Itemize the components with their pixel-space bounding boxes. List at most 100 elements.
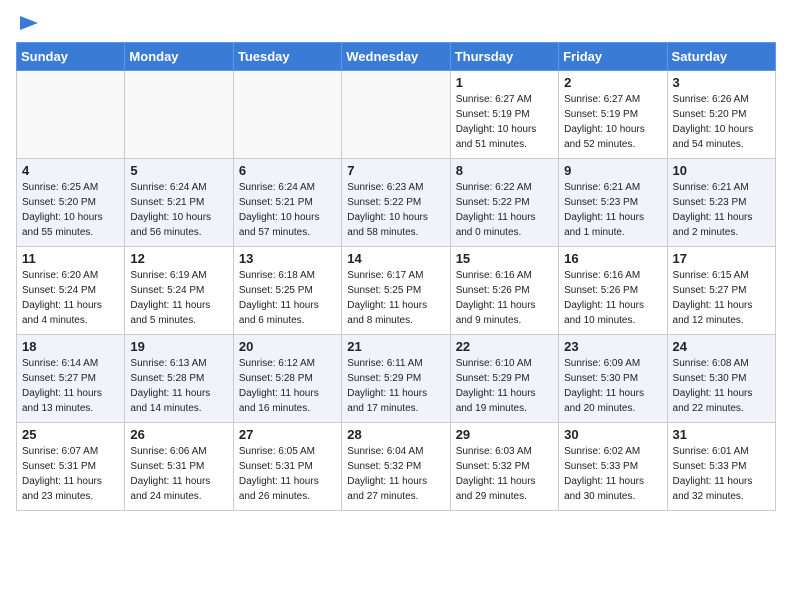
calendar-cell: 30Sunrise: 6:02 AM Sunset: 5:33 PM Dayli…	[559, 423, 667, 511]
calendar-cell: 13 Sunrise: 6:18 AM Sunset: 5:25 PM Dayli…	[233, 247, 341, 335]
day-header-sunday: Sunday	[17, 43, 125, 71]
day-number: 23	[564, 339, 661, 354]
calendar-cell: 23Sunrise: 6:09 AM Sunset: 5:30 PM Dayli…	[559, 335, 667, 423]
cell-info: Sunrise: 6:05 AM Sunset: 5:31 PM Dayligh…	[239, 444, 336, 504]
cell-info: Sunrise: 6:11 AM Sunset: 5:29 PM Dayligh…	[347, 356, 444, 416]
calendar: SundayMondayTuesdayWednesdayThursdayFrid…	[16, 42, 776, 511]
calendar-cell: 6 Sunrise: 6:24 AM Sunset: 5:21 PM Daylig…	[233, 159, 341, 247]
calendar-cell: 8 Sunrise: 6:22 AM Sunset: 5:22 PM Daylig…	[450, 159, 558, 247]
cell-info: Sunrise: 6:13 AM Sunset: 5:28 PM Dayligh…	[130, 356, 227, 416]
calendar-cell: 26 Sunrise: 6:06 AM Sunset: 5:31 PM Dayli…	[125, 423, 233, 511]
calendar-cell	[17, 71, 125, 159]
day-number: 24	[673, 339, 770, 354]
calendar-cell: 11Sunrise: 6:20 AM Sunset: 5:24 PM Dayli…	[17, 247, 125, 335]
day-number: 29	[456, 427, 553, 442]
cell-info: Sunrise: 6:26 AM Sunset: 5:20 PM Dayligh…	[673, 92, 770, 152]
day-number: 13	[239, 251, 336, 266]
day-header-saturday: Saturday	[667, 43, 775, 71]
day-header-tuesday: Tuesday	[233, 43, 341, 71]
calendar-cell	[342, 71, 450, 159]
day-number: 6	[239, 163, 336, 178]
day-number: 3	[673, 75, 770, 90]
day-number: 8	[456, 163, 553, 178]
cell-info: Sunrise: 6:19 AM Sunset: 5:24 PM Dayligh…	[130, 268, 227, 328]
day-number: 14	[347, 251, 444, 266]
calendar-cell: 5Sunrise: 6:24 AM Sunset: 5:21 PM Daylig…	[125, 159, 233, 247]
cell-info: Sunrise: 6:22 AM Sunset: 5:22 PM Dayligh…	[456, 180, 553, 240]
calendar-cell: 22 Sunrise: 6:10 AM Sunset: 5:29 PM Dayli…	[450, 335, 558, 423]
day-number: 16	[564, 251, 661, 266]
day-number: 4	[22, 163, 119, 178]
header	[16, 16, 776, 34]
cell-info: Sunrise: 6:27 AM Sunset: 5:19 PM Dayligh…	[456, 92, 553, 152]
cell-info: Sunrise: 6:18 AM Sunset: 5:25 PM Dayligh…	[239, 268, 336, 328]
calendar-cell: 9 Sunrise: 6:21 AM Sunset: 5:23 PM Daylig…	[559, 159, 667, 247]
cell-info: Sunrise: 6:06 AM Sunset: 5:31 PM Dayligh…	[130, 444, 227, 504]
cell-info: Sunrise: 6:20 AM Sunset: 5:24 PM Dayligh…	[22, 268, 119, 328]
calendar-cell: 16 Sunrise: 6:16 AM Sunset: 5:26 PM Dayli…	[559, 247, 667, 335]
calendar-week-row: 4 Sunrise: 6:25 AM Sunset: 5:20 PM Daylig…	[17, 159, 776, 247]
calendar-cell: 12 Sunrise: 6:19 AM Sunset: 5:24 PM Dayli…	[125, 247, 233, 335]
calendar-cell: 7 Sunrise: 6:23 AM Sunset: 5:22 PM Daylig…	[342, 159, 450, 247]
calendar-cell	[233, 71, 341, 159]
calendar-cell: 4 Sunrise: 6:25 AM Sunset: 5:20 PM Daylig…	[17, 159, 125, 247]
day-number: 7	[347, 163, 444, 178]
cell-info: Sunrise: 6:27 AM Sunset: 5:19 PM Dayligh…	[564, 92, 661, 152]
calendar-week-row: 25Sunrise: 6:07 AM Sunset: 5:31 PM Dayli…	[17, 423, 776, 511]
day-header-friday: Friday	[559, 43, 667, 71]
cell-info: Sunrise: 6:15 AM Sunset: 5:27 PM Dayligh…	[673, 268, 770, 328]
calendar-header-row: SundayMondayTuesdayWednesdayThursdayFrid…	[17, 43, 776, 71]
day-number: 22	[456, 339, 553, 354]
day-number: 21	[347, 339, 444, 354]
cell-info: Sunrise: 6:16 AM Sunset: 5:26 PM Dayligh…	[456, 268, 553, 328]
cell-info: Sunrise: 6:02 AM Sunset: 5:33 PM Dayligh…	[564, 444, 661, 504]
calendar-cell: 15 Sunrise: 6:16 AM Sunset: 5:26 PM Dayli…	[450, 247, 558, 335]
cell-info: Sunrise: 6:08 AM Sunset: 5:30 PM Dayligh…	[673, 356, 770, 416]
calendar-cell: 20Sunrise: 6:12 AM Sunset: 5:28 PM Dayli…	[233, 335, 341, 423]
day-number: 17	[673, 251, 770, 266]
cell-info: Sunrise: 6:03 AM Sunset: 5:32 PM Dayligh…	[456, 444, 553, 504]
calendar-cell: 3 Sunrise: 6:26 AM Sunset: 5:20 PM Daylig…	[667, 71, 775, 159]
calendar-cell: 17 Sunrise: 6:15 AM Sunset: 5:27 PM Dayli…	[667, 247, 775, 335]
calendar-cell: 10Sunrise: 6:21 AM Sunset: 5:23 PM Dayli…	[667, 159, 775, 247]
cell-info: Sunrise: 6:25 AM Sunset: 5:20 PM Dayligh…	[22, 180, 119, 240]
cell-info: Sunrise: 6:16 AM Sunset: 5:26 PM Dayligh…	[564, 268, 661, 328]
calendar-cell: 2Sunrise: 6:27 AM Sunset: 5:19 PM Daylig…	[559, 71, 667, 159]
calendar-week-row: 11Sunrise: 6:20 AM Sunset: 5:24 PM Dayli…	[17, 247, 776, 335]
calendar-cell: 27 Sunrise: 6:05 AM Sunset: 5:31 PM Dayli…	[233, 423, 341, 511]
day-number: 18	[22, 339, 119, 354]
day-header-wednesday: Wednesday	[342, 43, 450, 71]
calendar-cell: 21 Sunrise: 6:11 AM Sunset: 5:29 PM Dayli…	[342, 335, 450, 423]
day-number: 31	[673, 427, 770, 442]
calendar-week-row: 18Sunrise: 6:14 AM Sunset: 5:27 PM Dayli…	[17, 335, 776, 423]
calendar-cell: 31 Sunrise: 6:01 AM Sunset: 5:33 PM Dayli…	[667, 423, 775, 511]
cell-info: Sunrise: 6:23 AM Sunset: 5:22 PM Dayligh…	[347, 180, 444, 240]
calendar-cell: 24 Sunrise: 6:08 AM Sunset: 5:30 PM Dayli…	[667, 335, 775, 423]
day-number: 5	[130, 163, 227, 178]
day-number: 26	[130, 427, 227, 442]
day-header-monday: Monday	[125, 43, 233, 71]
day-number: 10	[673, 163, 770, 178]
cell-info: Sunrise: 6:17 AM Sunset: 5:25 PM Dayligh…	[347, 268, 444, 328]
logo	[16, 16, 40, 34]
cell-info: Sunrise: 6:24 AM Sunset: 5:21 PM Dayligh…	[239, 180, 336, 240]
cell-info: Sunrise: 6:21 AM Sunset: 5:23 PM Dayligh…	[564, 180, 661, 240]
day-number: 12	[130, 251, 227, 266]
calendar-cell: 29 Sunrise: 6:03 AM Sunset: 5:32 PM Dayli…	[450, 423, 558, 511]
calendar-cell: 19 Sunrise: 6:13 AM Sunset: 5:28 PM Dayli…	[125, 335, 233, 423]
day-header-thursday: Thursday	[450, 43, 558, 71]
day-number: 9	[564, 163, 661, 178]
cell-info: Sunrise: 6:12 AM Sunset: 5:28 PM Dayligh…	[239, 356, 336, 416]
day-number: 15	[456, 251, 553, 266]
calendar-cell: 25Sunrise: 6:07 AM Sunset: 5:31 PM Dayli…	[17, 423, 125, 511]
cell-info: Sunrise: 6:07 AM Sunset: 5:31 PM Dayligh…	[22, 444, 119, 504]
cell-info: Sunrise: 6:01 AM Sunset: 5:33 PM Dayligh…	[673, 444, 770, 504]
day-number: 27	[239, 427, 336, 442]
day-number: 1	[456, 75, 553, 90]
calendar-cell: 14 Sunrise: 6:17 AM Sunset: 5:25 PM Dayli…	[342, 247, 450, 335]
calendar-cell: 18Sunrise: 6:14 AM Sunset: 5:27 PM Dayli…	[17, 335, 125, 423]
day-number: 28	[347, 427, 444, 442]
calendar-cell	[125, 71, 233, 159]
day-number: 19	[130, 339, 227, 354]
cell-info: Sunrise: 6:10 AM Sunset: 5:29 PM Dayligh…	[456, 356, 553, 416]
